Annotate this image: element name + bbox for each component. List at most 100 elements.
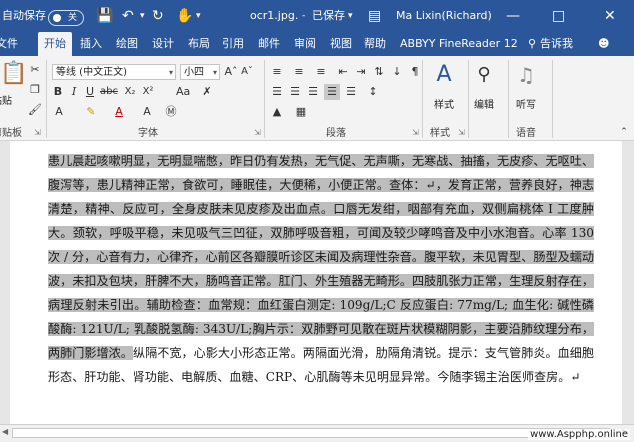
align-left-icon[interactable]: ☰ bbox=[270, 84, 284, 100]
document-page[interactable]: 患儿晨起咳嗽明显，无明显喘憋，昨日仍有发热，无气促、无声嘶，无寒战、抽搐，无皮疹… bbox=[10, 141, 622, 424]
bullets-icon[interactable]: ≡ bbox=[270, 64, 284, 80]
scroll-left-icon[interactable]: ◀ bbox=[2, 427, 8, 436]
tab-view[interactable]: 视图 bbox=[330, 32, 352, 56]
highlight-color-icon[interactable]: ✎ bbox=[84, 104, 98, 120]
customize-toolbar-icon[interactable]: ▾ bbox=[196, 6, 201, 26]
italic-icon[interactable]: I bbox=[68, 84, 80, 100]
chevron-down-icon: ▾ bbox=[212, 68, 217, 77]
grow-font-icon[interactable]: Aˆ bbox=[224, 64, 238, 80]
autosave-label: 自动保存 bbox=[2, 9, 46, 22]
minimize-icon[interactable]: — bbox=[506, 6, 520, 26]
borders-icon[interactable]: ▦ bbox=[294, 104, 308, 120]
group-divider bbox=[422, 60, 423, 138]
search-icon[interactable]: ⚲ bbox=[472, 62, 496, 88]
tab-layout[interactable]: 布局 bbox=[188, 32, 210, 56]
lightbulb-icon: ⚲ bbox=[528, 37, 537, 50]
superscript-icon[interactable]: X² bbox=[140, 84, 156, 100]
group-divider bbox=[468, 60, 469, 138]
numbering-icon[interactable]: ≡ bbox=[292, 64, 306, 80]
increase-indent-icon[interactable]: ⇥ bbox=[354, 64, 368, 80]
align-right-icon[interactable]: ☰ bbox=[306, 84, 320, 100]
copy-icon[interactable]: ❐ bbox=[28, 82, 42, 98]
title-bar: 自动保存 关 💾 ↶ ▾ ↻ ✋ ▾ ocr1.jpg. - 已保存 ▾ ▤ M… bbox=[0, 0, 634, 32]
shading-icon[interactable]: ▲ bbox=[270, 104, 284, 120]
collapse-ribbon-icon[interactable]: ⌃ bbox=[618, 124, 630, 140]
scrollbar-track[interactable] bbox=[12, 428, 610, 438]
autosave-toggle[interactable]: 关 bbox=[48, 10, 84, 26]
font-size-combo[interactable]: 小四 ▾ bbox=[180, 64, 220, 80]
bold-icon[interactable]: B bbox=[52, 84, 64, 100]
underline-icon[interactable]: U bbox=[84, 84, 96, 100]
microphone-icon[interactable]: ♫ bbox=[514, 60, 538, 90]
file-name: ocr1.jpg. bbox=[250, 9, 299, 22]
ribbon-tabs: 文件 开始 插入 绘图 设计 布局 引用 邮件 审阅 视图 帮助 ABBYY F… bbox=[0, 32, 634, 56]
tab-insert[interactable]: 插入 bbox=[80, 32, 102, 56]
strikethrough-icon[interactable]: abc bbox=[100, 84, 118, 100]
decrease-indent-icon[interactable]: ⇤ bbox=[336, 64, 350, 80]
enclose-characters-icon[interactable]: Ⓜ bbox=[164, 104, 178, 120]
user-name[interactable]: Ma Lixin(Richard) bbox=[396, 0, 492, 32]
paragraph-group-label: 段落 bbox=[326, 128, 346, 139]
tab-mailings[interactable]: 邮件 bbox=[258, 32, 280, 56]
close-icon[interactable]: ✕ bbox=[604, 6, 616, 26]
line-spacing-icon[interactable]: ↕ bbox=[366, 84, 380, 100]
styles-label[interactable]: 样式 bbox=[434, 96, 454, 111]
redo-icon[interactable]: ↻ bbox=[152, 6, 164, 26]
dictate-label[interactable]: 听写 bbox=[516, 96, 536, 111]
toggle-knob bbox=[53, 14, 61, 22]
tell-me-search[interactable]: 告诉我 bbox=[540, 32, 573, 56]
sort-icon[interactable]: ↓ bbox=[390, 64, 404, 80]
undo-icon[interactable]: ↶ bbox=[122, 6, 134, 26]
tab-abbyy[interactable]: ABBYY FineReader 12 bbox=[400, 32, 518, 56]
title-separator-icon: - bbox=[302, 11, 306, 21]
group-divider bbox=[508, 60, 509, 138]
share-icon[interactable]: ☻ bbox=[598, 32, 609, 56]
tab-draw[interactable]: 绘图 bbox=[116, 32, 138, 56]
change-case-icon[interactable]: Aa bbox=[176, 84, 190, 100]
tab-home[interactable]: 开始 bbox=[38, 32, 72, 56]
styles-icon[interactable]: A bbox=[430, 60, 458, 90]
cut-icon[interactable]: ✂ bbox=[28, 62, 42, 78]
font-name-combo[interactable]: 等线 (中文正文) ▾ bbox=[52, 64, 176, 80]
styles-group-label: 样式 bbox=[430, 128, 450, 139]
document-area[interactable]: 患儿晨起咳嗽明显，无明显喘憋，昨日仍有发热，无气促、无声嘶，无寒战、抽搐，无皮疹… bbox=[0, 141, 634, 424]
selected-text[interactable]: 患儿晨起咳嗽明显，无明显喘憋，昨日仍有发热，无气促、无声嘶，无寒战、抽搐，无皮疹… bbox=[48, 154, 594, 360]
touch-mode-icon[interactable]: ✋ bbox=[176, 6, 193, 26]
justify-icon[interactable]: ☰ bbox=[324, 84, 340, 100]
undo-dropdown-icon[interactable]: ▾ bbox=[140, 6, 145, 26]
tab-file[interactable]: 文件 bbox=[0, 32, 18, 56]
maximize-icon[interactable]: □ bbox=[552, 6, 565, 26]
text-effects-icon[interactable]: A bbox=[52, 104, 66, 120]
font-launcher-icon[interactable]: ⇲ bbox=[254, 128, 261, 137]
save-icon[interactable]: 💾 bbox=[96, 6, 113, 26]
chinese-layout-icon[interactable]: ⇅ bbox=[372, 64, 386, 80]
paste-label[interactable]: 粘贴 bbox=[0, 92, 12, 107]
styles-launcher-icon[interactable]: ⇲ bbox=[458, 128, 465, 137]
tab-help[interactable]: 帮助 bbox=[364, 32, 386, 56]
clear-formatting-icon[interactable]: ✗ bbox=[200, 84, 214, 100]
shrink-font-icon[interactable]: Aˇ bbox=[240, 64, 254, 80]
paste-icon[interactable]: 📋 bbox=[0, 60, 27, 88]
document-body[interactable]: 患儿晨起咳嗽明显，无明显喘憋，昨日仍有发热，无气促、无声嘶，无寒战、抽搐，无皮疹… bbox=[48, 149, 594, 389]
ribbon: 📋 粘贴 ✂ ❐ 🖌 剪贴板 ⇲ 等线 (中文正文) ▾ 小四 ▾ Aˆ Aˇ … bbox=[0, 56, 634, 141]
character-shading-icon[interactable]: A bbox=[140, 104, 154, 120]
font-size-value: 小四 bbox=[184, 67, 204, 78]
subscript-icon[interactable]: X₂ bbox=[122, 84, 138, 100]
paragraph-launcher-icon[interactable]: ⇲ bbox=[412, 128, 419, 137]
voice-group-label: 语音 bbox=[516, 128, 536, 139]
show-marks-icon[interactable]: ¶ bbox=[408, 64, 422, 80]
clipboard-group-label: 剪贴板 bbox=[0, 128, 22, 139]
save-status-dropdown-icon[interactable]: ▾ bbox=[348, 0, 353, 32]
tab-references[interactable]: 引用 bbox=[222, 32, 244, 56]
ribbon-display-options-icon[interactable]: ▤ bbox=[368, 6, 381, 26]
clipboard-launcher-icon[interactable]: ⇲ bbox=[34, 128, 41, 137]
editing-label[interactable]: 编辑 bbox=[474, 96, 494, 111]
format-painter-icon[interactable]: 🖌 bbox=[28, 102, 42, 118]
distributed-icon[interactable]: ☰ bbox=[344, 84, 358, 100]
font-color-icon[interactable]: A bbox=[112, 104, 126, 120]
multilevel-list-icon[interactable]: ≡ bbox=[314, 64, 328, 80]
group-divider bbox=[552, 60, 553, 138]
tab-design[interactable]: 设计 bbox=[152, 32, 174, 56]
align-center-icon[interactable]: ☰ bbox=[288, 84, 302, 100]
tab-review[interactable]: 审阅 bbox=[294, 32, 316, 56]
